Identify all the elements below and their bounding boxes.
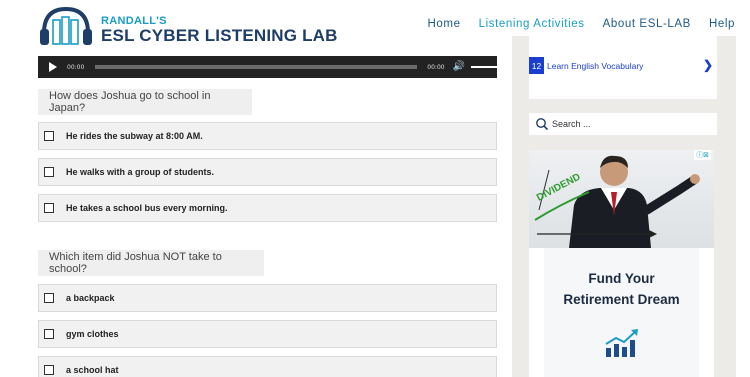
answer-option[interactable]: He walks with a group of students. [38, 158, 497, 186]
checkbox[interactable] [44, 365, 54, 375]
question-1: How does Joshua go to school in Japan? [38, 89, 252, 115]
businessman-illustration [534, 155, 700, 248]
nav-home[interactable]: Home [428, 18, 461, 30]
audio-player: 00:00 00:00 🔊 [38, 56, 497, 78]
answer-option[interactable]: a school hat [38, 356, 497, 377]
main-nav: Home Listening Activities About ESL-LAB … [410, 18, 735, 30]
ad-choices-icon[interactable]: ⓘ⊠ [694, 150, 711, 160]
ad-headline: Fund Your Retirement Dream [544, 268, 699, 310]
ad-headline-line-2: Retirement Dream [563, 292, 680, 307]
checkbox[interactable] [44, 131, 54, 141]
answer-label: gym clothes [66, 329, 119, 339]
search-icon[interactable] [535, 117, 549, 131]
question-2: Which item did Joshua NOT take to school… [38, 250, 264, 276]
site-logo[interactable]: RANDALL'S ESL CYBER LISTENING LAB [38, 3, 337, 49]
answer-label: He takes a school bus every morning. [66, 203, 228, 213]
nav-about[interactable]: About ESL-LAB [603, 18, 691, 30]
vocab-label: Learn English Vocabulary [547, 60, 644, 71]
answer-label: He rides the subway at 8:00 AM. [66, 131, 203, 141]
answer-option[interactable]: He takes a school bus every morning. [38, 194, 497, 222]
ad-headline-line-1: Fund Your [588, 271, 655, 286]
growth-chart-icon [605, 329, 638, 357]
answer-option[interactable]: He rides the subway at 8:00 AM. [38, 122, 497, 150]
current-time: 00:00 [67, 63, 85, 71]
headphones-books-icon [40, 6, 92, 45]
advertisement[interactable]: DIVIDEND ⓘ⊠ Fund Your Retirement Dream [529, 150, 714, 377]
checkbox[interactable] [44, 203, 54, 213]
vocab-number: 12 [529, 57, 544, 74]
play-button[interactable] [49, 62, 57, 72]
ad-body: Fund Your Retirement Dream [544, 248, 699, 377]
audio-progress-bar[interactable] [95, 65, 418, 69]
answer-label: He walks with a group of students. [66, 167, 215, 177]
search-input[interactable] [552, 119, 712, 129]
checkbox[interactable] [44, 293, 54, 303]
volume-icon[interactable]: 🔊 [453, 62, 465, 72]
nav-help[interactable]: Help [709, 18, 735, 30]
answer-label: a backpack [66, 293, 115, 303]
vocab-link[interactable]: 12 Learn English Vocabulary [529, 57, 643, 74]
logo-title: ESL CYBER LISTENING LAB [101, 26, 338, 45]
volume-slider[interactable] [471, 66, 497, 68]
checkbox[interactable] [44, 329, 54, 339]
answer-label: a school hat [66, 365, 119, 375]
duration: 00:00 [427, 63, 445, 71]
answer-option[interactable]: gym clothes [38, 320, 497, 348]
search-box [529, 113, 717, 135]
chevron-right-icon[interactable]: ❯ [703, 58, 713, 72]
ad-photo: DIVIDEND [529, 150, 714, 248]
nav-listening-activities[interactable]: Listening Activities [479, 18, 585, 30]
answer-option[interactable]: a backpack [38, 284, 497, 312]
checkbox[interactable] [44, 167, 54, 177]
